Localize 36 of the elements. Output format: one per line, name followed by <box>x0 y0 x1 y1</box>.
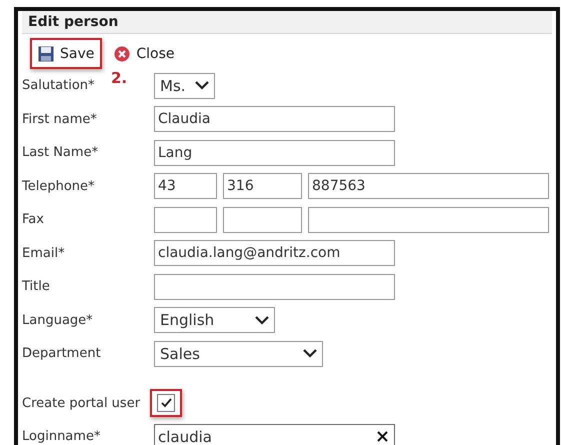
chevron-down-icon <box>195 81 209 90</box>
step-annotation: 2. <box>111 69 128 87</box>
field-label: Fax <box>22 212 45 228</box>
text-field[interactable]: Lang <box>154 140 395 166</box>
dropdown[interactable]: Ms. <box>154 72 215 99</box>
field-label: Title <box>22 279 51 294</box>
phone-field[interactable]: 316 <box>223 173 302 200</box>
field-label: Loginname* <box>22 429 102 444</box>
field-label: First name* <box>22 112 98 127</box>
text-field[interactable]: claudia <box>154 424 395 445</box>
field-label: Email* <box>22 246 66 261</box>
chevron-down-icon <box>303 349 317 358</box>
phone-field[interactable] <box>308 206 549 233</box>
field-label: Create portal user <box>22 396 142 411</box>
close-button[interactable]: Close <box>106 38 183 69</box>
phone-field[interactable]: 43 <box>154 173 217 200</box>
text-field[interactable]: claudia.lang@andritz.com <box>154 240 395 266</box>
field-label: Language* <box>22 312 94 328</box>
chevron-down-icon <box>255 316 269 325</box>
phone-field[interactable] <box>223 206 302 233</box>
text-field[interactable]: Claudia <box>154 106 395 132</box>
close-icon <box>114 46 130 62</box>
field-label: Salutation* <box>22 78 96 94</box>
save-button[interactable]: Save <box>30 38 102 69</box>
field-label: Telephone* <box>22 178 96 194</box>
dropdown[interactable]: English <box>154 307 275 334</box>
clear-icon[interactable] <box>377 431 388 442</box>
text-field[interactable] <box>154 274 395 300</box>
field-label: Last Name* <box>22 145 100 160</box>
window-title: Edit person <box>22 11 552 34</box>
checkbox[interactable] <box>157 394 175 412</box>
checkmark-icon <box>160 398 172 408</box>
phone-field[interactable] <box>154 206 217 233</box>
phone-field[interactable]: 887563 <box>308 173 549 200</box>
dropdown[interactable]: Sales <box>154 340 323 367</box>
field-label: Department <box>22 346 102 362</box>
